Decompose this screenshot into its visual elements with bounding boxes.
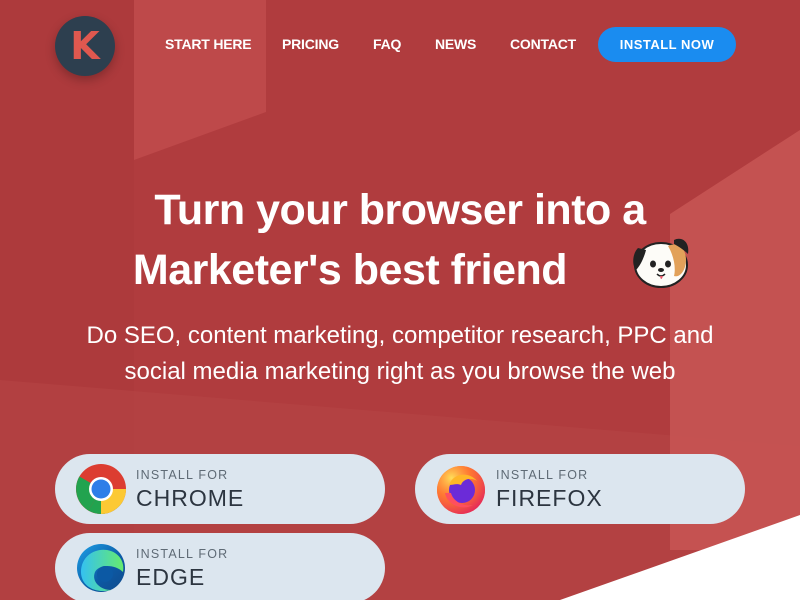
nav-faq[interactable]: FAQ bbox=[373, 36, 401, 52]
hero-subtitle-line2: social media marketing right as you brow… bbox=[124, 358, 676, 385]
edge-icon bbox=[77, 544, 125, 592]
hero-title-line1: Turn your browser into a bbox=[154, 186, 646, 234]
dog-face-icon bbox=[633, 238, 689, 288]
browser-name: FIREFOX bbox=[496, 485, 603, 511]
nav-contact[interactable]: CONTACT bbox=[510, 36, 576, 52]
hero-subtitle: Do SEO, content marketing, competitor re… bbox=[40, 318, 760, 390]
hero-subtitle-line1: Do SEO, content marketing, competitor re… bbox=[86, 322, 714, 349]
background-shape bbox=[134, 0, 266, 160]
firefox-icon bbox=[437, 466, 485, 514]
install-for-label: INSTALL FOR bbox=[136, 468, 229, 482]
install-for-label: INSTALL FOR bbox=[136, 547, 229, 561]
background-shape bbox=[560, 515, 800, 600]
chrome-icon bbox=[76, 464, 126, 514]
nav-news[interactable]: NEWS bbox=[435, 36, 476, 52]
browser-name: CHROME bbox=[136, 485, 245, 511]
install-for-label: INSTALL FOR bbox=[496, 468, 589, 482]
install-firefox-button[interactable]: INSTALL FOR FIREFOX bbox=[415, 454, 745, 524]
site-logo[interactable]: K bbox=[55, 16, 115, 76]
install-edge-button[interactable]: INSTALL FOR EDGE bbox=[55, 533, 385, 600]
nav-start-here[interactable]: START HERE bbox=[165, 36, 252, 52]
install-chrome-button[interactable]: INSTALL FOR CHROME bbox=[55, 454, 385, 524]
nav-pricing[interactable]: PRICING bbox=[282, 36, 339, 52]
browser-name: EDGE bbox=[136, 564, 206, 590]
install-now-button[interactable]: INSTALL NOW bbox=[598, 27, 736, 62]
logo-letter: K bbox=[70, 24, 100, 68]
